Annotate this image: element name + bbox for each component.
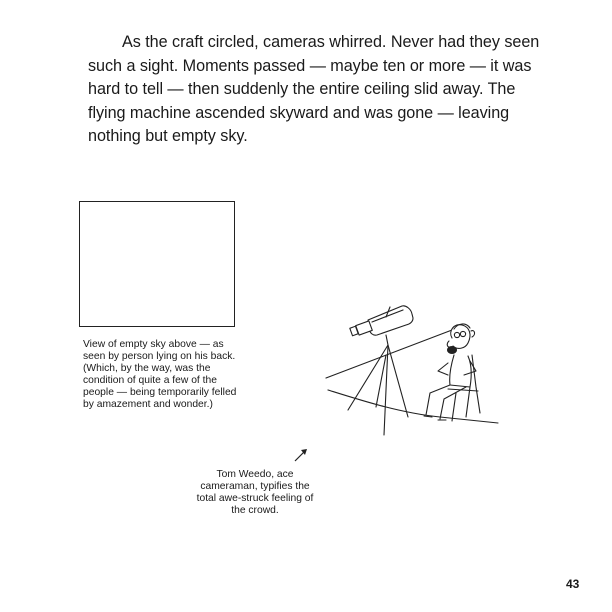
main-paragraph: As the craft circled, cameras whirred. N… — [88, 33, 540, 145]
cameraman-illustration — [325, 305, 499, 436]
cameraman-caption: Tom Weedo, ace cameraman, typifies the t… — [196, 469, 314, 517]
sky-caption: View of empty sky above — as seen by per… — [83, 339, 237, 411]
empty-sky-frame — [79, 201, 235, 327]
page-number: 43 — [566, 577, 580, 591]
arrow-up-right-icon — [294, 449, 307, 462]
